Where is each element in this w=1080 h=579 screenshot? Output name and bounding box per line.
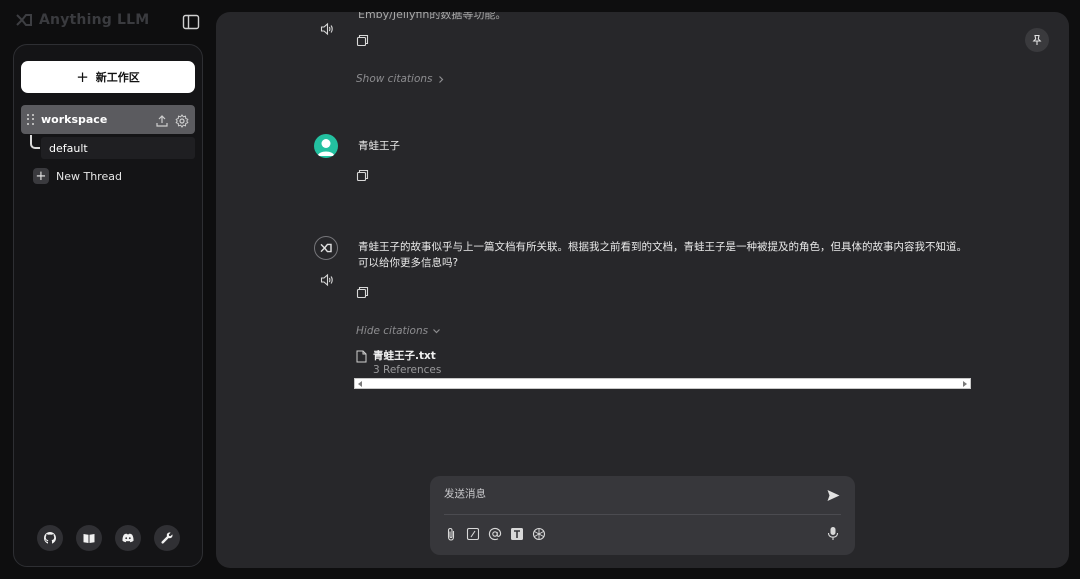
sidebar-footer bbox=[37, 525, 180, 551]
at-mention-icon[interactable] bbox=[488, 526, 502, 541]
assistant-message-line2: 可以给你更多信息吗? bbox=[358, 257, 459, 269]
copy-icon[interactable] bbox=[356, 167, 370, 182]
pin-icon[interactable] bbox=[1025, 28, 1049, 52]
new-thread-label: New Thread bbox=[56, 169, 122, 183]
composer-divider bbox=[444, 514, 841, 515]
message-composer bbox=[430, 476, 855, 555]
citation-file-name[interactable]: 青蛙王子.txt bbox=[373, 348, 436, 363]
scroll-left-icon[interactable] bbox=[358, 381, 362, 387]
message-input[interactable] bbox=[444, 486, 804, 502]
citation-reference-count: 3 References bbox=[373, 364, 442, 376]
copy-icon[interactable] bbox=[356, 284, 370, 299]
user-message: 青蛙王子 bbox=[358, 140, 400, 152]
speaker-icon[interactable] bbox=[320, 272, 334, 287]
new-workspace-button[interactable]: + 新工作区 bbox=[21, 61, 195, 93]
send-icon[interactable] bbox=[826, 488, 841, 503]
new-workspace-label: 新工作区 bbox=[95, 71, 140, 84]
chat-panel: Emby/Jellyfin的数据等功能。 Show citations 青蛙王子… bbox=[216, 12, 1069, 568]
agent-icon[interactable] bbox=[532, 526, 546, 541]
plus-icon: + bbox=[33, 168, 49, 184]
gear-icon[interactable] bbox=[175, 113, 189, 128]
plus-icon: + bbox=[76, 67, 89, 86]
upload-icon[interactable] bbox=[155, 113, 169, 127]
file-icon bbox=[356, 350, 367, 363]
brand-name: Anything LLM bbox=[39, 12, 150, 28]
horizontal-scrollbar[interactable] bbox=[354, 378, 971, 389]
thread-connector bbox=[30, 135, 40, 149]
thread-item-default[interactable]: default bbox=[41, 137, 195, 159]
paperclip-icon[interactable] bbox=[444, 526, 458, 541]
text-size-icon[interactable] bbox=[510, 526, 524, 540]
sidebar: + 新工作区 workspace default + New Thread bbox=[13, 44, 203, 567]
github-icon[interactable] bbox=[37, 525, 63, 551]
composer-toolbar bbox=[444, 526, 546, 541]
slash-command-icon[interactable] bbox=[466, 526, 480, 541]
hide-citations-toggle[interactable]: Hide citations bbox=[356, 325, 441, 337]
anything-llm-logo-icon bbox=[16, 14, 32, 26]
speaker-icon[interactable] bbox=[320, 21, 334, 36]
brand-logo: Anything LLM bbox=[15, 12, 149, 28]
user-avatar bbox=[314, 134, 338, 158]
wrench-icon[interactable] bbox=[154, 525, 180, 551]
copy-icon[interactable] bbox=[356, 32, 370, 47]
drag-handle-icon[interactable] bbox=[27, 113, 35, 126]
assistant-message-line1: 青蛙王子的故事似乎与上一篇文档有所关联。根据我之前看到的文档，青蛙王子是一种被提… bbox=[358, 241, 967, 253]
show-citations-label: Show citations bbox=[356, 73, 433, 85]
discord-icon[interactable] bbox=[115, 525, 141, 551]
microphone-icon[interactable] bbox=[827, 526, 839, 541]
chevron-right-icon bbox=[438, 75, 443, 83]
scroll-right-icon[interactable] bbox=[963, 381, 967, 387]
sidebar-toggle-icon[interactable] bbox=[182, 14, 200, 30]
show-citations-toggle[interactable]: Show citations bbox=[356, 73, 445, 85]
hide-citations-label: Hide citations bbox=[356, 325, 429, 337]
assistant-message-partial: Emby/Jellyfin的数据等功能。 bbox=[358, 12, 507, 21]
workspace-name: workspace bbox=[41, 113, 108, 126]
anything-llm-logo-icon bbox=[320, 243, 332, 253]
chevron-down-icon bbox=[433, 329, 441, 334]
book-icon[interactable] bbox=[76, 525, 102, 551]
new-thread-button[interactable]: + New Thread bbox=[33, 168, 122, 184]
assistant-avatar bbox=[314, 236, 338, 260]
workspace-item[interactable]: workspace bbox=[21, 105, 195, 134]
